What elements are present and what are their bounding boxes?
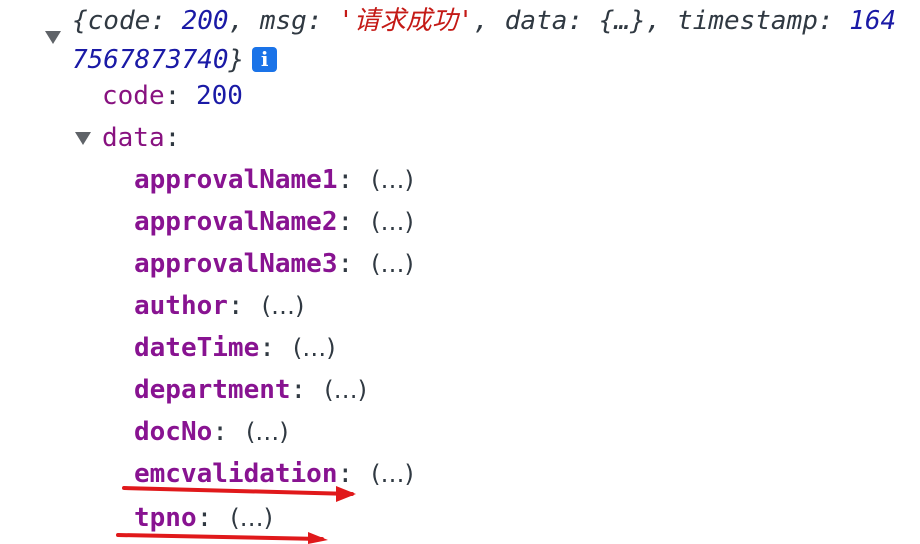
brace-close: } xyxy=(228,45,245,75)
data-prop-row[interactable]: department: (…) xyxy=(134,370,367,410)
property-key: emcvalidation xyxy=(134,459,338,489)
property-value: 200 xyxy=(195,81,243,111)
property-key: author xyxy=(134,291,228,321)
lazy-value-button[interactable]: (…) xyxy=(246,418,289,446)
property-key: tpno xyxy=(134,503,197,533)
property-row-data[interactable]: data: xyxy=(102,118,180,158)
data-prop-row[interactable]: dateTime: (…) xyxy=(134,328,336,368)
summary-separator: : xyxy=(306,6,339,36)
data-prop-row[interactable]: emcvalidation: (…) xyxy=(134,454,414,494)
expand-toggle-icon[interactable] xyxy=(45,31,61,44)
lazy-value-button[interactable]: (…) xyxy=(371,166,414,194)
summary-comma: , xyxy=(228,6,260,36)
property-colon: : xyxy=(337,459,354,489)
property-colon: : xyxy=(196,503,213,533)
lazy-value-button[interactable]: (…) xyxy=(371,460,414,488)
summary-msg-value: '请求成功' xyxy=(338,6,474,36)
property-colon: : xyxy=(164,81,181,111)
summary-separator: : xyxy=(817,6,850,36)
data-prop-row[interactable]: approvalName2: (…) xyxy=(134,202,414,242)
summary-data-preview: {…} xyxy=(598,6,646,36)
data-prop-row[interactable]: approvalName1: (…) xyxy=(134,160,414,200)
lazy-value-button[interactable]: (…) xyxy=(371,208,414,236)
property-key: dateTime xyxy=(134,333,260,363)
data-prop-row[interactable]: tpno: (…) xyxy=(134,498,273,538)
summary-msg-key: msg xyxy=(259,6,307,36)
property-colon: : xyxy=(337,249,354,279)
brace-open: { xyxy=(72,6,88,36)
summary-comma: , xyxy=(473,6,505,36)
summary-timestamp-key: timestamp xyxy=(677,6,818,36)
summary-code-key: code xyxy=(87,6,151,36)
property-colon: : xyxy=(227,291,244,321)
property-key: approvalName2 xyxy=(134,207,338,237)
property-colon: : xyxy=(259,333,275,363)
object-summary[interactable]: {code: 200, msg: '请求成功', data: {…}, time… xyxy=(72,2,902,80)
property-key: department xyxy=(134,375,291,405)
lazy-value-button[interactable]: (…) xyxy=(371,250,414,278)
lazy-value-button[interactable]: (…) xyxy=(230,504,273,532)
lazy-value-button[interactable]: (…) xyxy=(324,376,367,404)
property-key: approvalName3 xyxy=(134,249,338,279)
summary-separator: : xyxy=(150,6,182,36)
summary-code-value: 200 xyxy=(181,6,229,36)
property-colon: : xyxy=(337,207,354,237)
property-key: docNo xyxy=(134,417,213,447)
lazy-value-button[interactable]: (…) xyxy=(262,292,305,320)
summary-separator: : xyxy=(567,6,599,36)
lazy-value-button[interactable]: (…) xyxy=(293,334,336,362)
data-prop-row[interactable]: docNo: (…) xyxy=(134,412,289,452)
property-colon: : xyxy=(164,123,181,153)
property-key: code xyxy=(102,81,165,111)
data-expand-toggle-icon[interactable] xyxy=(75,132,91,145)
data-prop-row[interactable]: author: (…) xyxy=(134,286,304,326)
property-colon: : xyxy=(337,165,354,195)
property-colon: : xyxy=(290,375,307,405)
property-row-code: code: 200 xyxy=(102,76,243,116)
property-key: approvalName1 xyxy=(134,165,338,195)
data-prop-row[interactable]: approvalName3: (…) xyxy=(134,244,414,284)
property-colon: : xyxy=(212,417,228,447)
property-key: data xyxy=(102,123,165,153)
summary-comma: , xyxy=(645,6,677,36)
summary-data-key: data xyxy=(504,6,568,36)
info-icon[interactable]: i xyxy=(252,47,278,72)
